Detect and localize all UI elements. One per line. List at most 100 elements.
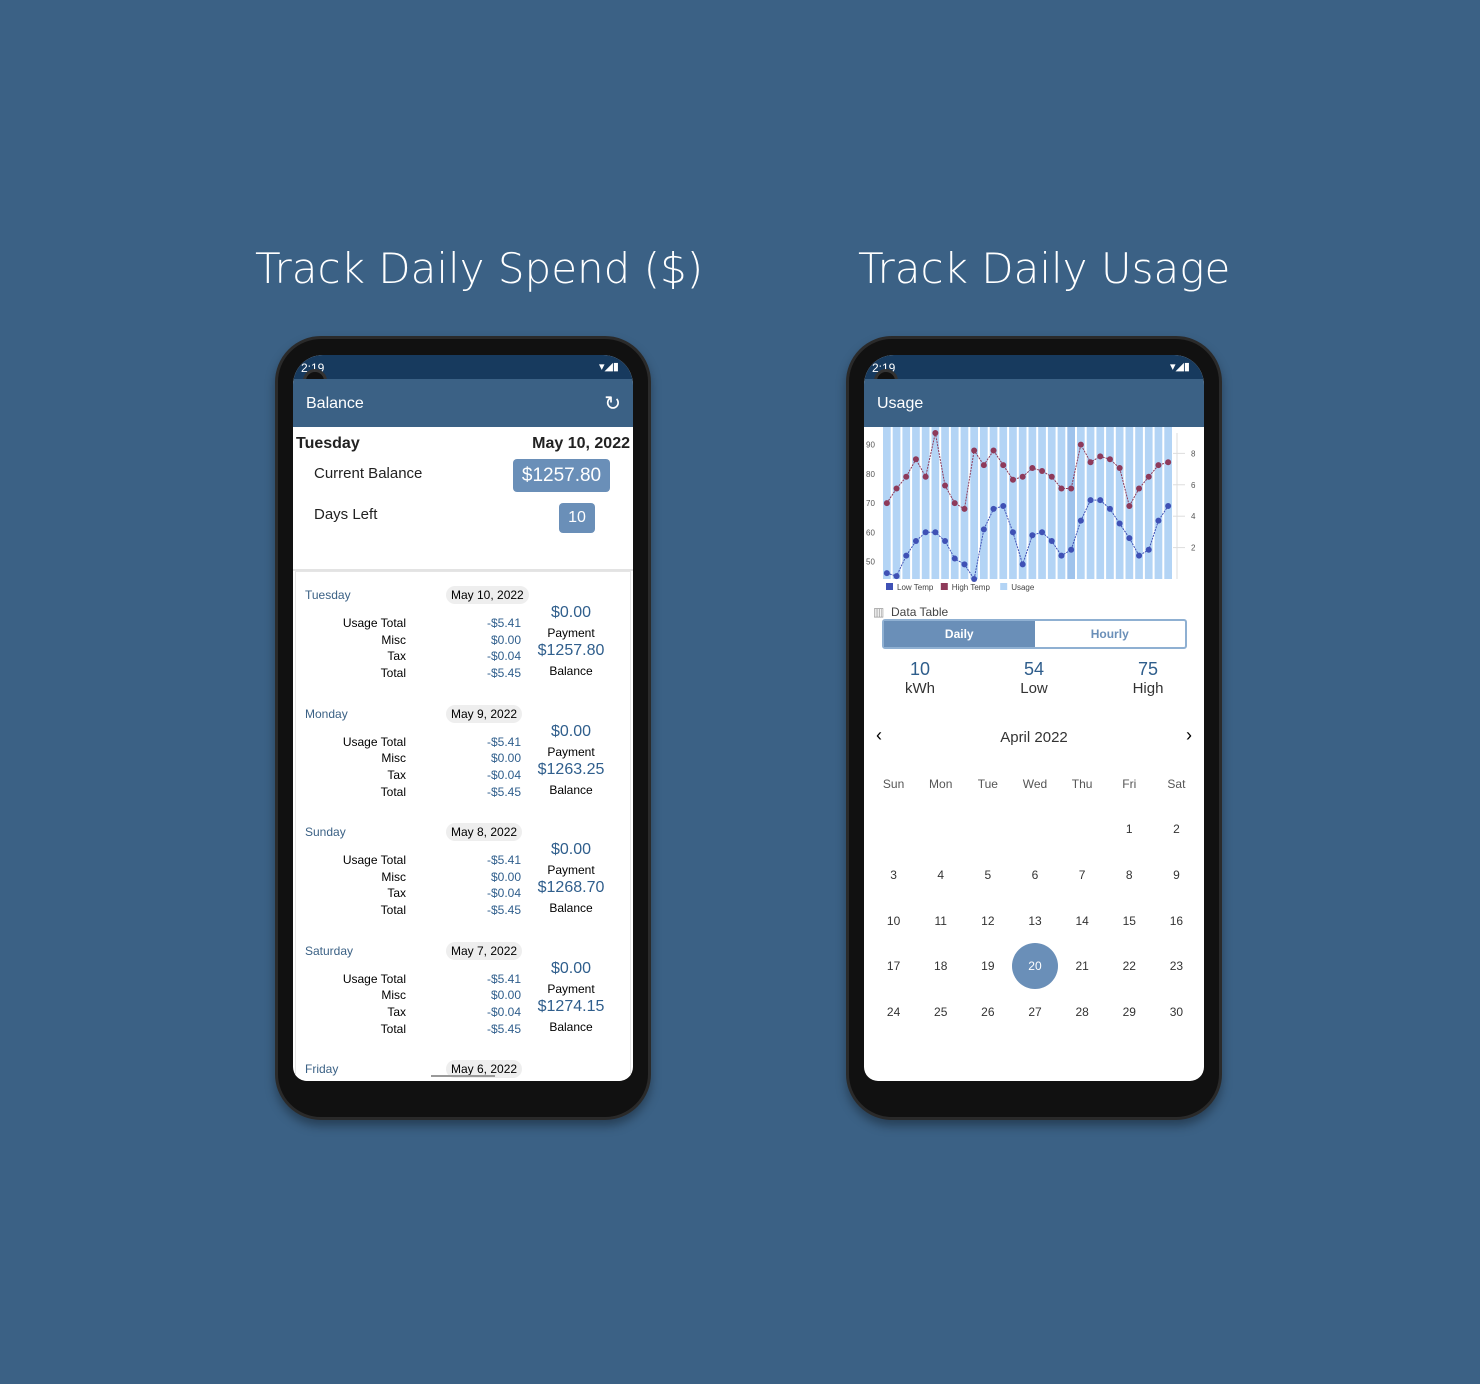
calendar-day[interactable]: 17 [870,959,917,973]
row-label: Total [380,1021,406,1036]
calendar-day[interactable]: 22 [1106,959,1153,973]
calendar-day[interactable]: 21 [1059,959,1106,973]
data-point [1048,538,1055,545]
calendar-day[interactable]: 27 [1011,1005,1058,1019]
daily-list[interactable]: Tuesday May 10, 2022 Usage Total Misc Tax To… [295,571,631,1081]
calendar-day[interactable]: 10 [870,914,917,928]
calendar-day[interactable]: 7 [1059,868,1106,882]
calendar-day[interactable]: 9 [1153,868,1200,882]
stat-high: 75 High [1098,659,1198,697]
entry-date: May 10, 2022 [446,586,529,604]
data-point [1155,462,1162,469]
calendar-day[interactable]: 2 [1153,822,1200,836]
data-point [942,538,949,545]
week-row: 10 11 12 13 14 15 16 [870,898,1200,944]
calendar-day[interactable]: 29 [1106,1005,1153,1019]
stat-value: 10 [909,659,931,679]
tab-hourly[interactable]: Hourly [1035,621,1186,647]
data-point [1145,546,1152,553]
data-point [1106,456,1113,463]
page-title: Usage [877,395,924,412]
calendar-day[interactable]: 6 [1011,868,1058,882]
payment-label: Payment [547,626,595,640]
row-label: Tax [387,767,406,782]
data-point [1165,503,1172,509]
calendar-day[interactable]: 8 [1106,868,1153,882]
next-month-button[interactable]: › [1186,725,1192,746]
data-point [883,570,890,577]
left-heading: Track Daily Spend ($) [255,244,704,293]
balance-label: Balance [549,782,593,797]
calendar-day[interactable]: 26 [964,1005,1011,1019]
calendar-day[interactable]: 1 [1106,822,1153,836]
row-label: Misc [381,869,406,884]
entry-labels: Usage Total Misc Tax Total [343,734,406,801]
balance-amount: $1263.25 [537,760,605,778]
data-point [990,505,997,512]
usage-bar [980,427,988,579]
entry-date: May 9, 2022 [446,704,523,723]
balance-label: Current Balance [314,465,423,482]
data-point [1126,535,1133,542]
calendar-day[interactable]: 4 [917,868,964,882]
tab-daily[interactable]: Daily [884,621,1035,647]
data-table-link[interactable]: ▥ Data Table [873,605,948,619]
days-left-label: Days Left [314,506,378,523]
usage-bar [1144,427,1153,579]
calendar-day[interactable]: 13 [1011,914,1058,928]
calendar-day[interactable]: 25 [917,1005,964,1019]
legend-swatch [1000,583,1008,590]
day-entry[interactable]: Tuesday May 10, 2022 Usage Total Misc Tax To… [296,572,630,691]
day-entry[interactable]: Monday May 9, 2022 Usage Total Misc Tax Tota… [296,691,630,810]
calendar-day[interactable]: 15 [1106,914,1153,928]
app-bar: Balance ↻ [293,379,633,427]
status-bar: 2:19 ▾◢▮ [864,355,1204,393]
calendar-day[interactable]: 14 [1059,914,1106,928]
weekday-label: Tue [977,776,998,791]
entry-day: Saturday [305,943,354,958]
row-value: -$0.04 [486,649,521,664]
calendar-day[interactable]: 12 [964,914,1011,928]
entry-labels: Usage Total Misc Tax Total [343,852,406,919]
weekday-label: Mon [929,776,953,791]
payment-amount: $0.00 [550,959,592,977]
row-label: Usage Total [342,853,406,867]
row-label: Usage Total [342,734,406,749]
calendar-day[interactable]: 18 [917,959,964,973]
calendar-day[interactable]: 20 [1011,943,1058,990]
calendar-day[interactable]: 23 [1153,959,1200,973]
calendar-day[interactable]: 3 [870,868,917,882]
row-value: -$0.04 [486,767,521,782]
row-label: Misc [381,988,406,1003]
calendar-day[interactable]: 24 [870,1005,917,1019]
data-point [1019,473,1026,480]
refresh-icon[interactable]: ↻ [604,391,621,416]
y-left-tick: 90 [866,441,875,450]
calendar-day[interactable]: 11 [917,914,964,928]
right-heading: Track Daily Usage [858,244,1231,293]
entry-values: -$5.41 $0.00 -$0.04 -$5.45 [481,971,521,1038]
usage-bar [1038,427,1046,579]
home-indicator[interactable] [431,1075,495,1077]
data-point [1097,497,1104,504]
calendar-day[interactable]: 30 [1153,1005,1200,1019]
calendar-day[interactable]: 19 [964,959,1011,973]
row-label: Tax [387,886,406,901]
calendar-day[interactable]: 28 [1059,1005,1106,1019]
usage-bar [1067,427,1075,579]
day-entry[interactable]: Sunday May 8, 2022 Usage Total Misc Tax Tota… [296,809,630,928]
calendar-day[interactable]: 16 [1153,914,1200,928]
page-title: Balance [306,395,364,412]
legend-label: High Temp [952,583,991,592]
data-point [951,500,958,507]
row-label: Tax [387,1004,406,1019]
data-point [1097,453,1104,460]
summary-date: May 10, 2022 [532,435,630,452]
stat-label: High [1132,680,1164,697]
row-value: -$0.04 [486,886,521,901]
day-entry[interactable]: Saturday May 7, 2022 Usage Total Misc Tax To… [296,928,630,1047]
usage-bar [1028,427,1037,579]
calendar-day[interactable]: 5 [964,868,1011,882]
usage-bar [921,427,930,579]
data-point [1009,476,1016,483]
